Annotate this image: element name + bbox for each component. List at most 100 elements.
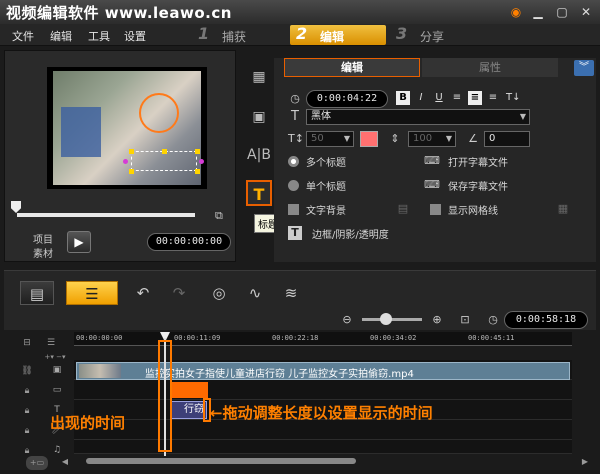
video-track-header[interactable]: ▣ bbox=[42, 360, 72, 380]
badge-icon[interactable]: ◉ bbox=[508, 4, 524, 20]
align-center-icon[interactable]: ≡ bbox=[468, 91, 482, 105]
fit-icon[interactable]: ⊡ bbox=[458, 313, 472, 327]
step-capture[interactable]: 1 捕获 bbox=[192, 24, 288, 45]
italic-button[interactable]: I bbox=[414, 91, 428, 105]
text-direction-icon[interactable]: T↓ bbox=[506, 91, 521, 105]
line-spacing-select[interactable]: 100 ▼ bbox=[408, 131, 456, 147]
horizontal-scrollbar[interactable] bbox=[86, 458, 356, 464]
scrub-knob[interactable] bbox=[11, 201, 21, 213]
video-preview[interactable] bbox=[47, 67, 207, 189]
audio-wave-icon[interactable]: ∿ bbox=[238, 281, 272, 305]
background-settings-icon[interactable]: ▤ bbox=[396, 202, 410, 216]
zoom-slider[interactable] bbox=[362, 318, 422, 321]
ruler-tick: 00:00:22:18 bbox=[272, 334, 319, 342]
close-icon[interactable]: ✕ bbox=[578, 4, 594, 20]
open-subtitle-label[interactable]: 打开字幕文件 bbox=[448, 154, 508, 169]
loop-icon[interactable]: ⧉ bbox=[215, 209, 227, 222]
track-manager-icon[interactable]: ⊟ bbox=[20, 336, 34, 350]
resize-handle[interactable] bbox=[129, 169, 134, 174]
add-track-icon[interactable]: +▭ bbox=[26, 456, 48, 470]
clip-label[interactable]: 素材 bbox=[33, 245, 53, 260]
drag-highlight bbox=[172, 382, 208, 398]
link-icon[interactable]: ⛓ bbox=[20, 364, 34, 378]
step-edit[interactable]: 2 编辑 bbox=[290, 24, 386, 45]
project-label[interactable]: 项目 bbox=[33, 231, 53, 246]
underline-button[interactable]: U bbox=[432, 91, 446, 105]
minimize-icon[interactable]: ▁ bbox=[530, 4, 546, 20]
rotate-handle[interactable] bbox=[123, 159, 128, 164]
clock-icon: ◷ bbox=[290, 92, 300, 105]
preview-panel: ⧉ 项目 素材 ▶ 00:00:00:00 bbox=[4, 50, 236, 262]
menu-tools[interactable]: 工具 bbox=[88, 28, 110, 44]
storyboard-view-button[interactable]: ▤ bbox=[20, 281, 54, 305]
zoom-knob[interactable] bbox=[380, 313, 392, 325]
border-shadow-icon[interactable]: T bbox=[288, 226, 302, 240]
rotate-handle[interactable] bbox=[199, 159, 204, 164]
save-subtitle-label[interactable]: 保存字幕文件 bbox=[448, 178, 508, 193]
align-right-icon[interactable]: ≡ bbox=[486, 91, 500, 105]
scrub-bar[interactable] bbox=[17, 213, 195, 217]
video-clip[interactable]: 监控实拍女子指使儿童进店行窃 儿子监控女子实拍偷窃.mp4 bbox=[76, 362, 570, 380]
duration-field[interactable]: 0:00:04:22 bbox=[306, 90, 388, 108]
clip-thumbnail bbox=[79, 364, 121, 378]
redo-icon[interactable]: ↷ bbox=[162, 281, 196, 305]
title-icon[interactable]: T bbox=[246, 180, 272, 206]
title-clip[interactable]: 行窃 bbox=[171, 401, 207, 419]
timeline-icon: ☰ bbox=[85, 285, 99, 303]
multi-title-radio[interactable] bbox=[288, 156, 299, 167]
resize-handle[interactable] bbox=[129, 149, 134, 154]
angle-field[interactable]: 0 bbox=[484, 131, 530, 147]
collapse-icon[interactable]: ︾ bbox=[574, 60, 594, 76]
music-track-lane[interactable] bbox=[74, 440, 572, 454]
open-subtitle-icon[interactable]: ⌨ bbox=[424, 154, 440, 168]
tab-edit[interactable]: 编辑 bbox=[284, 58, 420, 77]
mix-icon[interactable]: ≋ bbox=[274, 281, 308, 305]
total-duration[interactable]: 0:00:58:18 bbox=[504, 311, 588, 329]
menu-edit[interactable]: 编辑 bbox=[50, 28, 72, 44]
bold-button[interactable]: B bbox=[396, 91, 410, 105]
text-background-label: 文字背景 bbox=[306, 206, 346, 217]
menu-settings[interactable]: 设置 bbox=[124, 28, 146, 44]
border-shadow-label[interactable]: 边框/阴影/透明度 bbox=[312, 226, 389, 241]
transition-icon[interactable]: ▣ bbox=[246, 104, 272, 130]
lock-icon[interactable]: 🔒︎ bbox=[20, 384, 34, 398]
media-library-icon[interactable]: ▦ bbox=[246, 64, 272, 90]
preview-timecode[interactable]: 00:00:00:00 bbox=[147, 233, 231, 251]
font-size-value: 50 bbox=[311, 133, 324, 144]
save-subtitle-icon[interactable]: ⌨ bbox=[424, 178, 440, 192]
app-title: 视频编辑软件 www.leawo.cn bbox=[6, 4, 232, 22]
resize-handle[interactable] bbox=[162, 149, 167, 154]
align-left-icon[interactable]: ≡ bbox=[450, 91, 464, 105]
show-grid-checkbox[interactable] bbox=[430, 204, 441, 215]
record-icon[interactable]: ◎ bbox=[202, 281, 236, 305]
scroll-left-icon[interactable]: ◀ bbox=[58, 455, 72, 469]
grid-settings-icon[interactable]: ▦ bbox=[556, 202, 570, 216]
undo-icon[interactable]: ↶ bbox=[126, 281, 160, 305]
resize-handle[interactable] bbox=[195, 169, 200, 174]
font-size-select[interactable]: 50 ▼ bbox=[306, 131, 354, 147]
zoom-in-icon[interactable]: ⊕ bbox=[430, 313, 444, 327]
overlay-track-lane[interactable] bbox=[74, 380, 572, 400]
zoom-out-icon[interactable]: ⊖ bbox=[340, 313, 354, 327]
color-swatch[interactable] bbox=[360, 131, 378, 147]
scroll-right-icon[interactable]: ▶ bbox=[578, 455, 592, 469]
lock-icon[interactable]: 🔒︎ bbox=[20, 404, 34, 418]
voice-track-lane[interactable] bbox=[74, 420, 572, 440]
title-text-box[interactable] bbox=[131, 151, 197, 171]
effects-icon[interactable]: A|B bbox=[246, 142, 272, 168]
font-select[interactable]: 黑体 ▼ bbox=[306, 109, 530, 125]
menu-file[interactable]: 文件 bbox=[12, 28, 34, 44]
resize-handle[interactable] bbox=[195, 149, 200, 154]
play-button[interactable]: ▶ bbox=[67, 231, 91, 253]
track-list-icon[interactable]: ☰ bbox=[44, 336, 58, 350]
overlay-track-header[interactable]: ▭ bbox=[42, 380, 72, 400]
step-share[interactable]: 3 分享 bbox=[390, 24, 486, 45]
tab-attributes[interactable]: 属性 bbox=[422, 58, 558, 77]
lock-icon[interactable]: 🔒︎ bbox=[20, 424, 34, 438]
timeline-view-button[interactable]: ☰ bbox=[66, 281, 118, 305]
maximize-icon[interactable]: ▢ bbox=[554, 4, 570, 20]
text-background-checkbox[interactable] bbox=[288, 204, 299, 215]
single-title-label: 单个标题 bbox=[306, 182, 346, 193]
chevron-down-icon: ▼ bbox=[519, 112, 526, 121]
single-title-radio[interactable] bbox=[288, 180, 299, 191]
